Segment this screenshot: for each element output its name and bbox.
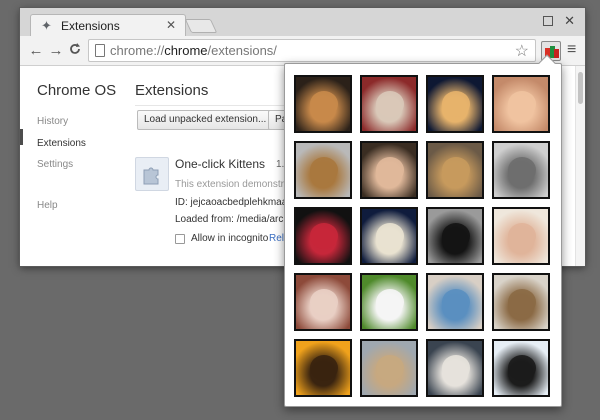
- reload-link[interactable]: Rel: [269, 233, 284, 244]
- scroll-thumb[interactable]: [578, 72, 583, 104]
- kitten-photo-11[interactable]: [426, 207, 484, 265]
- puzzle-piece-icon: [143, 167, 159, 185]
- kitten-photo-9[interactable]: [294, 207, 352, 265]
- page-icon: [95, 44, 105, 57]
- kitten-photo-13[interactable]: [294, 273, 352, 331]
- extension-id: ID: jejcaoacbedplehkmaap: [175, 197, 293, 208]
- maximize-icon[interactable]: [543, 16, 553, 26]
- tab-close-icon[interactable]: ✕: [166, 18, 176, 32]
- kitten-photo-7[interactable]: [426, 141, 484, 199]
- sidebar-item-extensions[interactable]: Extensions: [37, 138, 86, 149]
- address-bar[interactable]: chrome://chrome/extensions/ ☆: [88, 39, 536, 62]
- bookmark-star-icon[interactable]: ☆: [515, 41, 529, 61]
- kitten-photo-14[interactable]: [360, 273, 418, 331]
- tab-extensions[interactable]: ✦ Extensions ✕: [30, 14, 186, 38]
- window-close-icon[interactable]: ✕: [564, 13, 575, 29]
- kitten-photo-19[interactable]: [426, 339, 484, 397]
- sidebar-item-help[interactable]: Help: [37, 200, 58, 211]
- kitten-photo-6[interactable]: [360, 141, 418, 199]
- load-unpacked-button[interactable]: Load unpacked extension...: [137, 110, 274, 130]
- allow-incognito-checkbox[interactable]: [175, 234, 185, 244]
- kitten-photo-12[interactable]: [492, 207, 550, 265]
- page-title: Extensions: [135, 82, 209, 99]
- kitten-photo-20[interactable]: [492, 339, 550, 397]
- page-scrollbar[interactable]: [575, 66, 585, 266]
- back-arrow-icon[interactable]: ←: [28, 42, 44, 59]
- url-text: chrome://chrome/extensions/: [110, 43, 277, 58]
- kitten-photo-16[interactable]: [492, 273, 550, 331]
- extension-loaded-from: Loaded from: /media/archi: [175, 214, 292, 225]
- active-indicator: [20, 129, 23, 145]
- kitten-photo-4[interactable]: [492, 75, 550, 133]
- extension-icon: [135, 157, 169, 191]
- extension-name: One-click Kittens: [175, 157, 266, 171]
- kitten-photo-8[interactable]: [492, 141, 550, 199]
- tab-title: Extensions: [61, 19, 120, 33]
- allow-incognito-label: Allow in incognito: [191, 233, 269, 244]
- new-tab-button[interactable]: [184, 19, 218, 33]
- puzzle-icon: ✦: [41, 18, 52, 33]
- sidebar-brand: Chrome OS: [37, 82, 117, 99]
- kitten-photo-1[interactable]: [294, 75, 352, 133]
- toolbar: ← → chrome://chrome/extensions/ ☆ ≡: [20, 36, 585, 66]
- kitten-photo-17[interactable]: [294, 339, 352, 397]
- reload-icon[interactable]: [67, 42, 83, 60]
- kitten-photo-3[interactable]: [426, 75, 484, 133]
- forward-arrow-icon[interactable]: →: [48, 42, 64, 59]
- sidebar-item-settings[interactable]: Settings: [37, 159, 73, 170]
- menu-icon[interactable]: ≡: [567, 41, 576, 59]
- title-bar: ✦ Extensions ✕ ✕: [20, 8, 585, 38]
- kittens-popup: [284, 54, 562, 407]
- kitten-photo-18[interactable]: [360, 339, 418, 397]
- sidebar-item-history[interactable]: History: [37, 116, 68, 127]
- kitten-photo-15[interactable]: [426, 273, 484, 331]
- extension-description: This extension demonstr: [175, 179, 284, 190]
- kitten-photo-2[interactable]: [360, 75, 418, 133]
- kitten-photo-10[interactable]: [360, 207, 418, 265]
- kitten-photo-5[interactable]: [294, 141, 352, 199]
